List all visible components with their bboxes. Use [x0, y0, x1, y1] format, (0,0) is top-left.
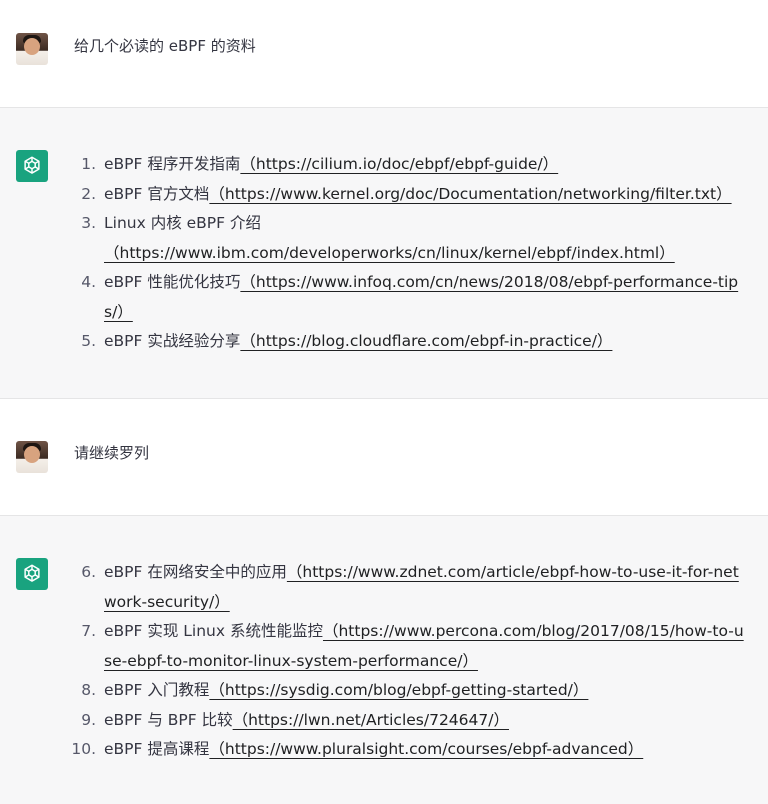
list-item: 2. eBPF 官方文档（https://www.kernel.org/doc/…	[58, 180, 748, 210]
item-title: eBPF 入门教程	[104, 681, 210, 699]
item-title: Linux 内核 eBPF 介绍	[104, 214, 261, 232]
openai-logo-icon	[16, 558, 48, 590]
resource-link[interactable]: （https://sysdig.com/blog/ebpf-getting-st…	[209, 681, 588, 699]
list-item: 5. eBPF 实战经验分享（https://blog.cloudflare.c…	[58, 327, 748, 357]
answer-list-1: 1. eBPF 程序开发指南（https://cilium.io/doc/ebp…	[58, 150, 748, 357]
user-message-text: 给几个必读的 eBPF 的资料	[74, 37, 256, 55]
resource-link[interactable]: （https://www.kernel.org/doc/Documentatio…	[209, 185, 731, 203]
item-title: eBPF 官方文档	[104, 184, 210, 203]
list-number: 9.	[81, 710, 96, 729]
item-title: eBPF 程序开发指南	[104, 155, 241, 173]
item-title: eBPF 实战经验分享	[104, 332, 241, 350]
assistant-message-1: 1. eBPF 程序开发指南（https://cilium.io/doc/ebp…	[0, 108, 768, 399]
user-avatar	[16, 441, 48, 473]
answer-list-2: 6. eBPF 在网络安全中的应用（https://www.zdnet.com/…	[58, 558, 748, 765]
resource-link[interactable]: （https://www.pluralsight.com/courses/ebp…	[209, 740, 643, 758]
list-item: 7. eBPF 实现 Linux 系统性能监控（https://www.perc…	[58, 617, 748, 676]
list-number: 7.	[81, 622, 96, 640]
list-item: 6. eBPF 在网络安全中的应用（https://www.zdnet.com/…	[58, 558, 748, 617]
list-item: 4. eBPF 性能优化技巧（https://www.infoq.com/cn/…	[58, 268, 748, 327]
user-message-2: 请继续罗列	[0, 399, 768, 516]
list-number: 2.	[81, 184, 96, 203]
list-number: 10.	[71, 740, 96, 758]
list-item: 9. eBPF 与 BPF 比较（https://lwn.net/Article…	[58, 706, 748, 736]
list-number: 4.	[81, 273, 96, 291]
resource-link[interactable]: （https://blog.cloudflare.com/ebpf-in-pra…	[240, 332, 612, 350]
openai-logo-icon	[16, 150, 48, 182]
item-title: eBPF 提高课程	[104, 740, 210, 758]
resource-link[interactable]: （https://cilium.io/doc/ebpf/ebpf-guide/）	[240, 155, 558, 173]
list-item: 10. eBPF 提高课程（https://www.pluralsight.co…	[58, 735, 748, 765]
user-message-1: 给几个必读的 eBPF 的资料	[0, 0, 768, 108]
resource-link[interactable]: （https://lwn.net/Articles/724647/）	[233, 711, 509, 729]
assistant-message-2: 6. eBPF 在网络安全中的应用（https://www.zdnet.com/…	[0, 516, 768, 804]
user-message-text: 请继续罗列	[74, 444, 150, 462]
list-number: 3.	[81, 214, 96, 232]
list-number: 6.	[81, 563, 96, 581]
list-item: 1. eBPF 程序开发指南（https://cilium.io/doc/ebp…	[58, 150, 748, 180]
list-number: 8.	[81, 681, 96, 699]
item-title: eBPF 性能优化技巧	[104, 273, 241, 291]
resource-link[interactable]: （https://www.ibm.com/developerworks/cn/l…	[104, 244, 675, 262]
list-number: 1.	[81, 155, 96, 173]
item-title: eBPF 实现 Linux 系统性能监控	[104, 622, 323, 640]
item-title: eBPF 与 BPF 比较	[104, 710, 233, 729]
list-item: 3. Linux 内核 eBPF 介绍 （https://www.ibm.com/…	[58, 209, 748, 268]
list-item: 8. eBPF 入门教程（https://sysdig.com/blog/ebp…	[58, 676, 748, 706]
list-number: 5.	[81, 332, 96, 350]
item-title: eBPF 在网络安全中的应用	[104, 563, 287, 581]
user-avatar	[16, 33, 48, 65]
